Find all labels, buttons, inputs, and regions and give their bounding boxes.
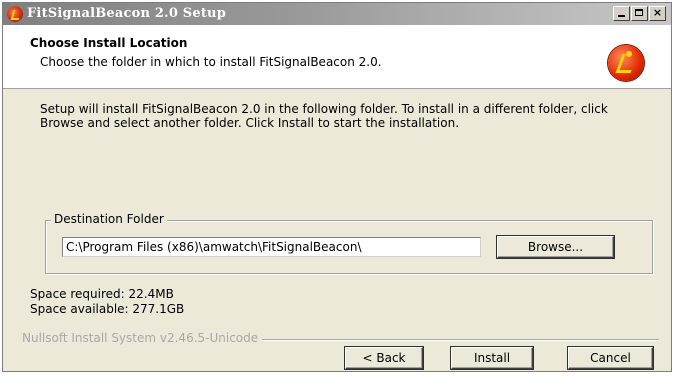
- install-intro-text: Setup will install FitSignalBeacon 2.0 i…: [40, 102, 608, 130]
- space-required: Space required: 22.4MB: [30, 287, 174, 301]
- destination-folder-legend: Destination Folder: [51, 212, 167, 226]
- installer-icon: [7, 6, 23, 22]
- browse-button[interactable]: Browse...: [497, 236, 614, 258]
- minimize-icon: [618, 15, 625, 17]
- installer-branding: Nullsoft Install System v2.46.5-Unicode: [22, 331, 263, 345]
- close-button[interactable]: ×: [649, 6, 666, 21]
- title-bar[interactable]: FitSignalBeacon 2.0 Setup ×: [3, 3, 671, 25]
- close-icon: ×: [652, 6, 663, 19]
- installer-window: FitSignalBeacon 2.0 Setup × Choose Insta…: [2, 2, 672, 372]
- install-button[interactable]: Install: [451, 347, 533, 369]
- app-logo-icon: [608, 45, 644, 81]
- destination-path-input[interactable]: C:\Program Files (x86)\amwatch\FitSignal…: [62, 237, 481, 257]
- back-button[interactable]: < Back: [345, 347, 423, 369]
- cancel-button[interactable]: Cancel: [568, 347, 653, 369]
- window-title: FitSignalBeacon 2.0 Setup: [27, 6, 226, 21]
- maximize-icon: [635, 9, 643, 16]
- page-title: Choose Install Location: [30, 36, 188, 50]
- logo-figure-shape: [615, 54, 638, 73]
- page-header: Choose Install Location Choose the folde…: [3, 25, 671, 89]
- maximize-button[interactable]: [631, 6, 648, 21]
- space-available: Space available: 277.1GB: [30, 302, 185, 316]
- minimize-button[interactable]: [613, 6, 630, 21]
- page-subtitle: Choose the folder in which to install Fi…: [40, 55, 382, 69]
